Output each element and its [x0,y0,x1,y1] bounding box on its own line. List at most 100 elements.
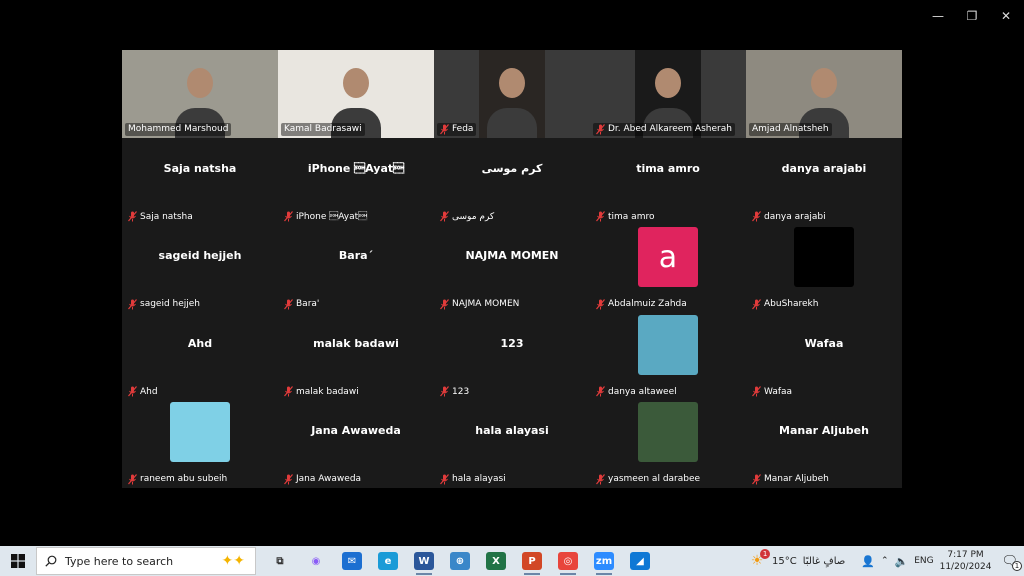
weather-temperature: 15°C [772,555,797,567]
windows-logo-icon [11,554,25,568]
participant-avatar: a [638,227,698,288]
participant-display-name: 123 [500,336,524,350]
participant-tile[interactable]: NAJMA MOMEN NAJMA MOMEN [434,225,590,313]
participant-name-label: Ahd [125,385,161,398]
participant-tile[interactable]: 123 123 [434,312,590,401]
participant-name: Feda [452,124,474,135]
participant-tile[interactable]: malak badawi malak badawi [278,312,434,401]
participant-display-name: Jana Awaweda [311,424,401,438]
participant-tile[interactable]: raneem abu subeih [122,400,278,488]
mic-muted-icon [440,474,449,485]
powerpoint-taskbar-button[interactable]: P [514,546,550,576]
participant-tile[interactable]: a Abdalmuiz Zahda [590,225,746,313]
excel-taskbar-button[interactable]: X [478,546,514,576]
weather-icon[interactable]: ☀ 1 [748,549,771,570]
participant-name: Amjad Alnatsheh [752,124,829,135]
photos-taskbar-button[interactable]: ◢ [622,546,658,576]
copilot-taskbar-button[interactable]: ◉ [298,546,334,576]
network-app-icon: ⊕ [450,552,470,570]
excel-icon: X [486,552,506,570]
participant-tile[interactable]: Amjad Alnatsheh [746,50,902,138]
weather-badge: 1 [760,549,771,559]
participant-name: Saja natsha [140,211,193,222]
participant-name-label: yasmeen al darabee [593,473,703,486]
close-button[interactable]: ✕ [989,6,1023,26]
participant-tile[interactable]: Wafaa Wafaa [746,312,902,401]
participant-tile[interactable]: Dr. Abed Alkareem Asherah [590,50,746,138]
participant-tile[interactable]: yasmeen al darabee [590,400,746,488]
pinned-apps: ⧉ ◉ ✉ e W ⊕ X P ◎ zm ◢ [262,546,658,576]
participant-tile[interactable]: Ahd Ahd [122,312,278,401]
participant-tile[interactable]: Jana Awaweda Jana Awaweda [278,400,434,488]
mail-taskbar-button[interactable]: ✉ [334,546,370,576]
participant-tile[interactable]: hala alayasi hala alayasi [434,400,590,488]
search-highlight-icon: ✦✦ [221,553,245,569]
windows-taskbar: Type here to search ✦✦ ⧉ ◉ ✉ e W ⊕ X P ◎ zm ◢ ☀ 1 1… [0,546,1024,576]
notification-icon[interactable]: 🗨 1 [1001,554,1022,571]
participant-display-name: Saja natsha [163,161,237,175]
participant-tile[interactable]: Mohammed Marshoud [122,50,278,138]
taskbar-search-box[interactable]: Type here to search ✦✦ [36,547,256,575]
participant-name: 123 [452,386,470,397]
participant-tile[interactable]: Bara´ Bara' [278,225,434,313]
participant-name-label: AbuSharekh [749,298,821,311]
word-icon: W [414,552,434,570]
restore-button[interactable]: ❐ [955,6,989,26]
mic-muted-icon [752,474,761,485]
participant-name-label: hala alayasi [437,473,509,486]
mail-icon: ✉ [342,552,362,570]
participant-name: hala alayasi [452,474,506,485]
mic-muted-icon [596,123,605,135]
participant-display-name: sageid hejjeh [158,249,242,263]
task-view-taskbar-button[interactable]: ⧉ [262,546,298,576]
participant-tile[interactable]: danya altaweel [590,312,746,401]
participant-tile[interactable]: كرم موسى كرم موسى [434,137,590,226]
participant-tile[interactable]: Feda [434,50,590,138]
clock[interactable]: 7:17 PM 11/20/2024 [940,549,992,573]
minimize-button[interactable]: — [921,6,955,26]
participant-name: iPhone Ayat [296,211,368,222]
participant-tile[interactable]: iPhone Ayat iPhone Ayat [278,137,434,226]
zoom-taskbar-button[interactable]: zm [586,546,622,576]
participant-tile[interactable]: Manar Aljubeh Manar Aljubeh [746,400,902,488]
language-indicator[interactable]: ENG [914,556,933,566]
search-icon [45,555,57,567]
participant-display-name: iPhone Ayat [307,161,405,175]
participant-video [479,50,545,138]
participant-name: Ahd [140,386,158,397]
participant-display-name: danya arajabi [781,161,867,175]
word-taskbar-button[interactable]: W [406,546,442,576]
participant-name: Wafaa [764,386,793,397]
participant-tile[interactable]: Saja natsha Saja natsha [122,137,278,226]
chevron-up-icon[interactable]: ⌃ [881,556,889,566]
start-button[interactable] [0,546,36,576]
participant-name: Bara' [296,299,320,310]
edge-icon: e [378,552,398,570]
participant-name-label: Abdalmuiz Zahda [593,298,690,311]
network-app-taskbar-button[interactable]: ⊕ [442,546,478,576]
chrome-icon: ◎ [558,552,578,570]
zoom-meeting-window: — ❐ ✕ Mohammed Marshoud Kamal Badrasawi Fe… [0,0,1024,546]
participant-name: Dr. Abed Alkareem Asherah [608,124,732,135]
participant-name-label: sageid hejjeh [125,298,203,311]
person-silhouette [343,68,369,98]
user-icon[interactable]: 👤 [861,555,875,568]
participant-name: danya arajabi [764,211,826,222]
participant-tile[interactable]: tima amro tima amro [590,137,746,226]
participant-tile[interactable]: AbuSharekh [746,225,902,313]
powerpoint-icon: P [522,552,542,570]
speaker-icon[interactable]: 🔈 [895,555,909,568]
edge-taskbar-button[interactable]: e [370,546,406,576]
mic-muted-icon [440,386,449,397]
participant-tile[interactable]: sageid hejjeh sageid hejjeh [122,225,278,313]
copilot-icon: ◉ [311,555,321,567]
participant-tile[interactable]: Kamal Badrasawi [278,50,434,138]
mic-muted-icon [128,386,137,397]
chrome-taskbar-button[interactable]: ◎ [550,546,586,576]
participant-name-label: Feda [437,122,477,136]
zoom-icon: zm [594,552,614,570]
participant-name-label: Jana Awaweda [281,473,364,486]
participant-display-name: malak badawi [313,336,399,350]
participant-name-label: Amjad Alnatsheh [749,122,832,136]
participant-tile[interactable]: danya arajabi danya arajabi [746,137,902,226]
